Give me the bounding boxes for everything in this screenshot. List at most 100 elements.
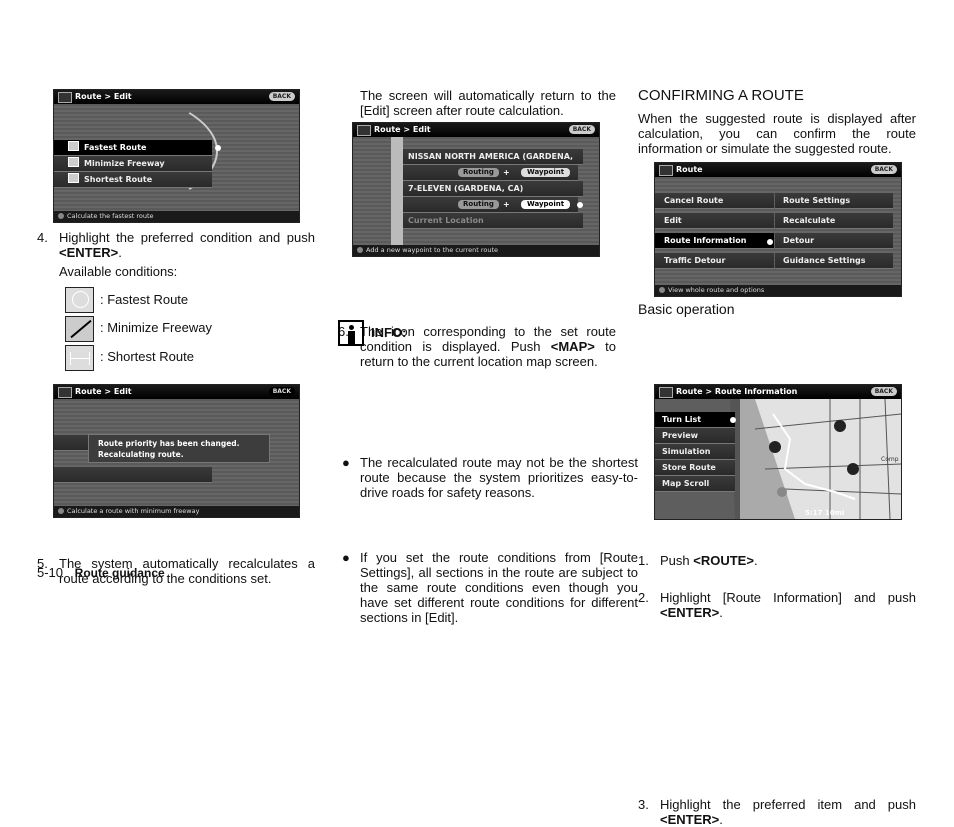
minimize-freeway-icon: [65, 316, 94, 342]
info-icon: [357, 247, 363, 253]
section-name: Route guidance: [74, 566, 165, 580]
screen-body: NISSAN NORTH AMERICA (GARDENA, Routing +…: [353, 137, 599, 245]
section-intro: When the suggested route is displayed af…: [638, 111, 916, 156]
back-button[interactable]: BACK: [568, 125, 595, 134]
menu-item-label: Simulation: [662, 447, 711, 456]
step-2: 2. Highlight [Route Information] and pus…: [638, 590, 916, 620]
step-number: 3.: [638, 797, 649, 812]
interstate-shield-105: [769, 441, 781, 453]
screen-title: Route > Edit: [374, 125, 431, 134]
menu-item-simulation[interactable]: Simulation: [655, 444, 735, 460]
routing-button[interactable]: Routing: [458, 200, 499, 209]
condition-minimize-freeway: : Minimize Freeway: [100, 320, 212, 335]
info-icon: [58, 213, 64, 219]
destination-row[interactable]: NISSAN NORTH AMERICA (GARDENA,: [403, 149, 583, 165]
menu-item-shortest-route[interactable]: Shortest Route: [54, 172, 212, 188]
menu-item-map-scroll[interactable]: Map Scroll: [655, 476, 735, 492]
destination-name: NISSAN NORTH AMERICA (GARDENA,: [408, 152, 574, 161]
auto-return-text: The screen will automatically return to …: [360, 88, 616, 118]
info-icon: [58, 508, 64, 514]
step-text: Highlight [Route Information] and push: [660, 590, 916, 605]
selection-dot: [767, 239, 773, 245]
info-icon: [659, 287, 665, 293]
menu-item-fastest-route[interactable]: Fastest Route: [54, 140, 212, 156]
menu-item-minimize-freeway[interactable]: Minimize Freeway: [54, 156, 212, 172]
route-key: <ROUTE>: [693, 553, 754, 568]
menu-item-detour[interactable]: Detour: [775, 233, 893, 249]
plus-sign: +: [503, 200, 510, 209]
info-bullet: ● If you set the route conditions from […: [338, 550, 638, 625]
popup-line-2: Recalculating route.: [98, 450, 184, 459]
menu-item-store-route[interactable]: Store Route: [655, 460, 735, 476]
screen-route-edit-waypoints: Route > Edit BACK NISSAN NORTH AMERICA (…: [352, 122, 600, 257]
screen-footer: View whole route and options: [655, 285, 901, 296]
punctuation: .: [753, 553, 758, 568]
menu-item-cancel-route[interactable]: Cancel Route: [655, 193, 774, 209]
nav-menu-icon: [58, 387, 72, 398]
footer-text: View whole route and options: [668, 286, 765, 294]
back-button[interactable]: BACK: [268, 387, 295, 396]
menu-item-label: Store Route: [662, 463, 716, 472]
waypoint-button-selected[interactable]: Waypoint: [521, 200, 571, 209]
step-text: Highlight the preferred item and push: [660, 797, 916, 812]
plus-sign: +: [503, 168, 510, 177]
menu-item-traffic-detour[interactable]: Traffic Detour: [655, 253, 774, 269]
screen-header: Route BACK: [655, 163, 901, 177]
page-number: 5-10: [37, 565, 64, 580]
menu-item-guidance-settings[interactable]: Guidance Settings: [775, 253, 893, 269]
enter-key: <ENTER>: [660, 812, 720, 827]
screen-route-edit-conditions: Route > Edit BACK Fastest Route Minimize…: [53, 89, 300, 223]
menu-item-label: Map Scroll: [662, 479, 710, 488]
minimize-freeway-icon: [68, 157, 79, 167]
condition-shortest-route: : Shortest Route: [100, 349, 194, 364]
menu-item-preview[interactable]: Preview: [655, 428, 735, 444]
back-button[interactable]: BACK: [870, 165, 897, 174]
nav-menu-icon: [659, 387, 673, 398]
step-1: 1. Push <ROUTE>.: [638, 553, 916, 568]
menu-item-label: Traffic Detour: [664, 256, 726, 265]
waypoint-button[interactable]: Waypoint: [521, 168, 571, 177]
punctuation: .: [719, 812, 723, 827]
menu-item-recalculate[interactable]: Recalculate: [775, 213, 893, 229]
available-conditions-label: Available conditions:: [59, 264, 178, 279]
step-4: 4. Highlight the preferred condition and…: [37, 230, 315, 260]
popup-line-1: Route priority has been changed.: [98, 439, 240, 448]
menu-item-label: Turn List: [662, 415, 702, 424]
shortest-route-icon: [68, 173, 79, 183]
screen-body: Fastest Route Minimize Freeway Shortest …: [54, 90, 299, 218]
screen-body: Cancel Route Edit Route Information Traf…: [655, 177, 901, 285]
map-place-label: Comp: [881, 456, 899, 463]
menu-item-route-settings[interactable]: Route Settings: [775, 193, 893, 209]
waypoint-row[interactable]: 7-ELEVEN (GARDENA, CA): [403, 181, 583, 197]
punctuation: .: [118, 245, 122, 260]
step-number: 4.: [37, 230, 48, 245]
selection-dot: [730, 417, 736, 423]
step-number: 2.: [638, 590, 649, 605]
route-timeline-bar: [391, 137, 403, 245]
nav-menu-icon: [659, 165, 673, 176]
screen-route-information-map: Route > Route Information BACK Comp 5:17…: [654, 384, 902, 520]
menu-item-label: Detour: [783, 236, 815, 245]
waypoint-name: 7-ELEVEN (GARDENA, CA): [408, 184, 524, 193]
footer-text: Calculate the fastest route: [67, 212, 154, 220]
routing-button[interactable]: Routing: [458, 168, 499, 177]
step-number: 1.: [638, 553, 649, 568]
menu-item-label: Edit: [664, 216, 682, 225]
screen-title: Route: [676, 165, 703, 174]
back-button[interactable]: BACK: [870, 387, 897, 396]
highway-shield-1: [777, 487, 787, 497]
bullet-text: The recalculated route may not be the sh…: [360, 455, 638, 500]
bullet-text: If you set the route conditions from [Ro…: [360, 550, 638, 625]
info-heading: INFO:: [371, 325, 407, 340]
menu-item-edit[interactable]: Edit: [655, 213, 774, 229]
menu-item-route-information[interactable]: Route Information: [655, 233, 774, 249]
enter-key: <ENTER>: [59, 245, 119, 260]
menu-item-turn-list[interactable]: Turn List: [655, 412, 735, 428]
recalculating-popup: Route priority has been changed. Recalcu…: [88, 434, 270, 463]
menu-item-label: Shortest Route: [84, 175, 153, 184]
menu-item-label: Guidance Settings: [783, 256, 866, 265]
step-text: Push: [660, 553, 690, 568]
back-button[interactable]: BACK: [268, 92, 295, 101]
bullet-dot: ●: [342, 455, 350, 470]
route-info-menu: Turn List Preview Simulation Store Route…: [655, 399, 740, 519]
